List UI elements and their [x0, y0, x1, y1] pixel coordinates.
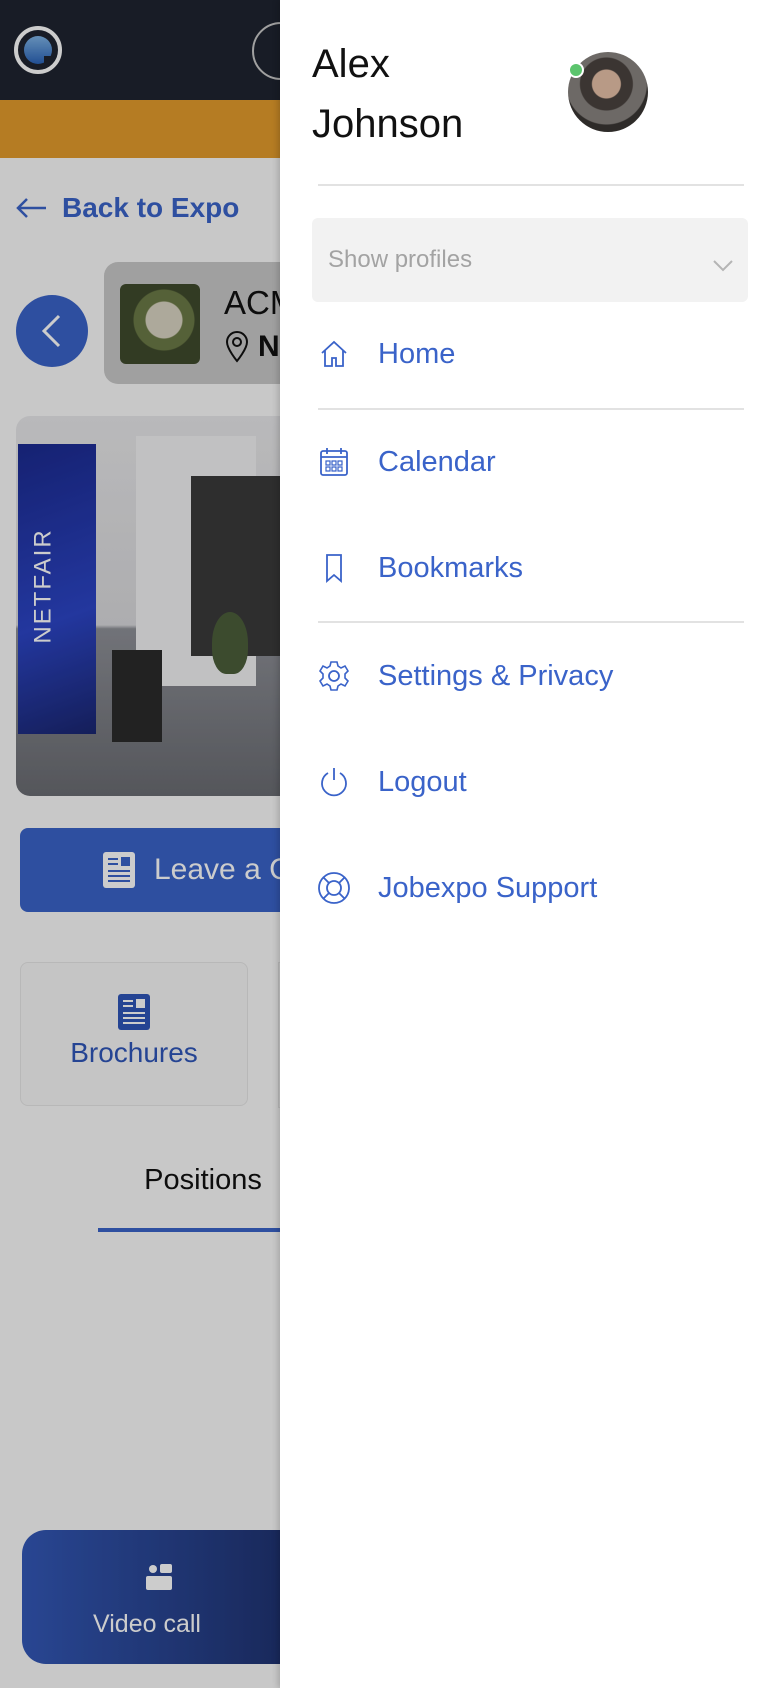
menu-item-jobexpo-support[interactable]: Jobexpo Support [316, 858, 746, 918]
show-profiles-placeholder: Show profiles [328, 246, 473, 273]
menu-item-home[interactable]: Home [316, 324, 746, 384]
divider [318, 184, 744, 186]
home-icon [316, 336, 352, 372]
gear-icon [316, 658, 352, 694]
show-profiles-select[interactable]: Show profiles [312, 218, 748, 302]
lifebuoy-icon [316, 870, 352, 906]
menu-item-label: Home [378, 337, 456, 370]
chevron-down-icon [713, 260, 733, 272]
menu-item-label: Jobexpo Support [378, 871, 598, 904]
online-status-dot [568, 62, 584, 78]
side-drawer: Alex Johnson Show profiles Home Calendar [280, 0, 778, 1688]
bookmark-icon [316, 550, 352, 586]
power-icon [316, 764, 352, 800]
menu-item-logout[interactable]: Logout [316, 752, 746, 812]
menu-item-bookmarks[interactable]: Bookmarks [316, 538, 746, 598]
menu-item-label: Settings & Privacy [378, 659, 614, 692]
menu-item-label: Logout [378, 765, 467, 798]
divider [318, 408, 744, 410]
menu-item-label: Bookmarks [378, 551, 524, 584]
menu-item-label: Calendar [378, 445, 496, 478]
menu-item-calendar[interactable]: Calendar [316, 432, 746, 492]
app-screen: Back to Expo ACM N NETFAIR Leave a CV Br… [0, 0, 778, 1688]
user-name: Alex Johnson [312, 42, 464, 146]
calendar-icon [316, 444, 352, 480]
divider [318, 621, 744, 623]
menu-item-settings-privacy[interactable]: Settings & Privacy [316, 646, 746, 706]
